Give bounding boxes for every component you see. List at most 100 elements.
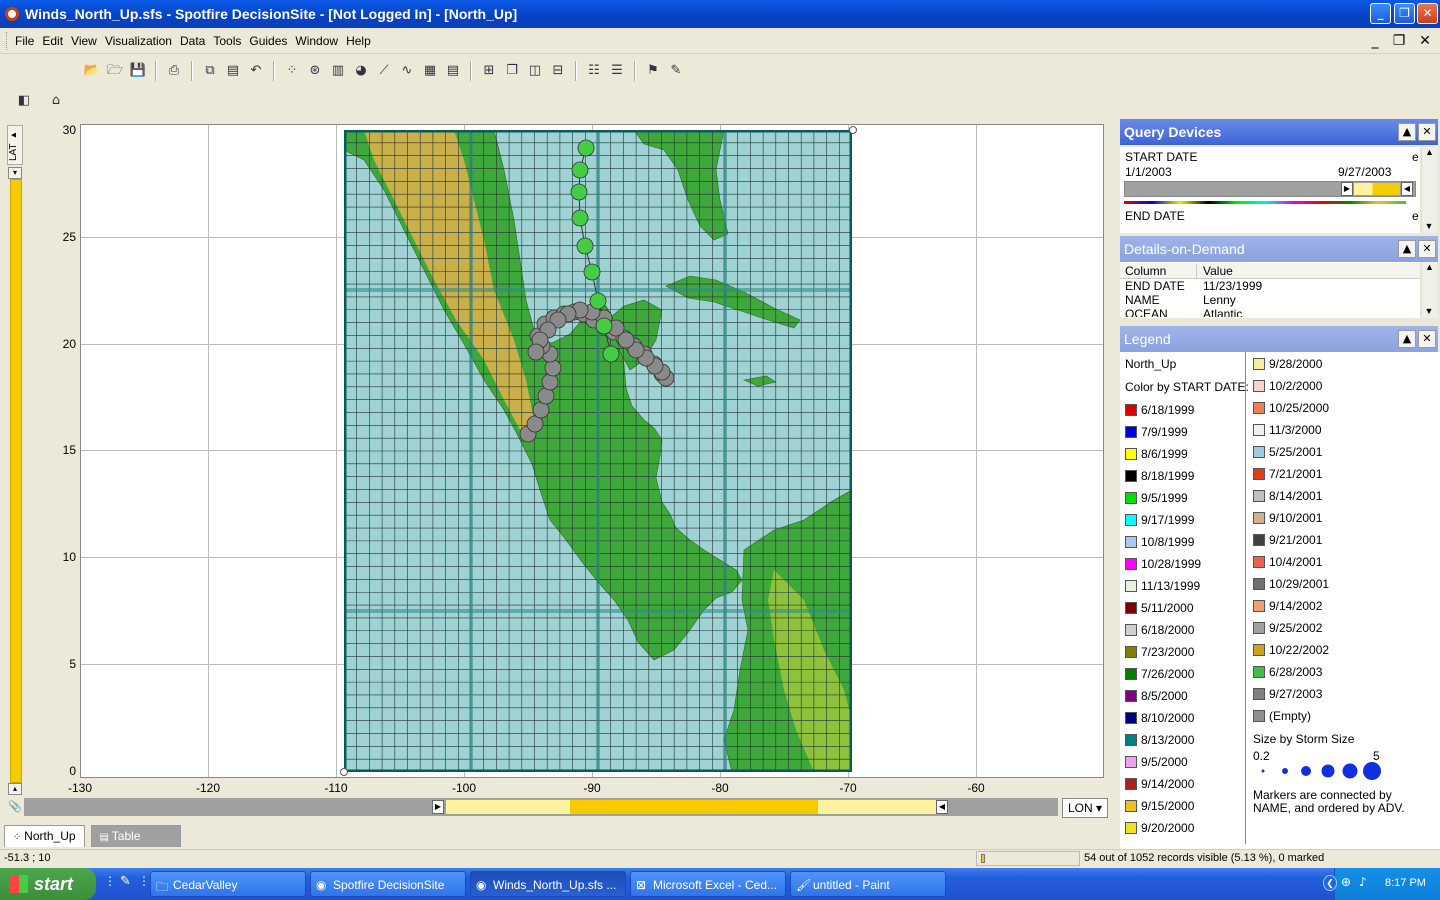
lat-range-slider[interactable] [10,179,22,783]
menu-guides[interactable]: Guides [249,34,287,48]
start-button[interactable]: start [0,868,96,900]
query-devices-header[interactable]: Query Devices [1120,119,1438,145]
legend-item[interactable]: (Empty) [1253,708,1311,724]
restore-button[interactable]: ❐ [1394,3,1415,24]
scroll-up-icon[interactable]: ▲ [1422,262,1437,272]
open-data-icon[interactable]: 🗁 [105,61,125,81]
scroll-down-icon[interactable]: ▼ [1422,306,1436,316]
legend-item[interactable]: 8/6/1999 [1125,446,1188,462]
legend-item[interactable]: 9/15/2000 [1125,798,1194,814]
legend-item[interactable]: 9/5/2000 [1125,754,1188,770]
legend-item[interactable]: 9/27/2003 [1253,686,1322,702]
legend-collapse-button[interactable]: ▲ [1398,330,1416,348]
quick-launch-pen-icon[interactable]: ✎ [120,874,131,889]
scroll-down-icon[interactable]: ▼ [1422,221,1436,231]
profile-chart-icon[interactable]: ∿ [397,61,417,81]
layout-icon[interactable]: ⊞ [479,61,499,81]
legend-item[interactable]: 9/10/2001 [1253,510,1322,526]
task-excel[interactable]: ⊠ Microsoft Excel - Ced... [630,871,786,897]
lat-dropdown-icon[interactable]: ▾ [8,167,22,179]
lon-slider-left-handle[interactable]: ▶ [432,800,444,814]
open-icon[interactable]: 📂 [82,61,102,81]
table-icon[interactable]: ▤ [443,61,463,81]
legend-item[interactable]: 7/9/1999 [1125,424,1188,440]
legend-item[interactable]: 8/18/1999 [1125,468,1194,484]
legend-item[interactable]: 10/29/2001 [1253,576,1329,592]
menu-edit[interactable]: Edit [42,34,63,48]
copy-icon[interactable]: ⧉ [200,61,220,81]
cascade-icon[interactable]: ❐ [502,61,522,81]
menu-window[interactable]: Window [295,34,338,48]
legend-item[interactable]: 9/20/2000 [1125,820,1194,836]
start-date-slider-right-handle[interactable]: ◀ [1401,182,1413,196]
tray-expand-icon[interactable]: ❮ [1323,875,1337,891]
tab-north-up[interactable]: ⁘ North_Up [4,825,85,847]
home-icon[interactable]: ⌂ [46,91,66,111]
legend-item[interactable]: 6/18/1999 [1125,402,1194,418]
legend-item[interactable]: 9/14/2002 [1253,598,1322,614]
legend-item[interactable]: 9/28/2000 [1253,356,1322,372]
legend-item[interactable]: 10/8/1999 [1125,534,1194,550]
legend-item[interactable]: 10/25/2000 [1253,400,1329,416]
lat-slider-end-icon[interactable]: ▴ [8,783,22,795]
close-button[interactable]: ✕ [1417,3,1438,24]
map-handle-bottom-left[interactable] [340,768,348,776]
tile-horizontal-icon[interactable]: ⊟ [548,61,568,81]
legend-item[interactable]: 9/21/2001 [1253,532,1322,548]
menu-data[interactable]: Data [180,34,205,48]
bookmark-icon[interactable]: ⚑ [643,61,663,81]
lon-slider-right-handle[interactable]: ◀ [936,800,948,814]
mdi-restore-button[interactable]: ❐ [1390,32,1408,50]
list-icon[interactable]: ☰ [607,61,627,81]
legend-close-button[interactable]: ✕ [1418,330,1436,348]
legend-item[interactable]: 5/11/2000 [1125,600,1194,616]
tab-table[interactable]: ▤ Table [90,825,181,847]
legend-item[interactable]: 7/26/2000 [1125,666,1194,682]
scatter-plot-icon[interactable]: ⁘ [282,61,302,81]
map-handle-top-right[interactable] [849,126,857,134]
legend-item[interactable]: 9/5/1999 [1125,490,1188,506]
menu-help[interactable]: Help [346,34,371,48]
print-icon[interactable]: ⎙ [164,61,184,81]
legend-item[interactable]: 8/13/2000 [1125,732,1194,748]
legend-item[interactable]: 9/14/2000 [1125,776,1194,792]
mdi-minimize-button[interactable]: _ [1366,32,1384,50]
task-cedarvalley[interactable]: 🗀 CedarValley [150,871,306,897]
legend-header[interactable]: Legend [1120,326,1438,352]
task-winds-north-up[interactable]: ◉ Winds_North_Up.sfs ... [470,871,626,897]
properties-icon[interactable]: ☷ [584,61,604,81]
task-spotfire[interactable]: ◉ Spotfire DecisionSite [310,871,466,897]
edit-icon[interactable]: ✎ [666,61,686,81]
bar-chart-icon[interactable]: ▥ [328,61,348,81]
menu-file[interactable]: File [15,34,34,48]
legend-item[interactable]: 9/17/1999 [1125,512,1194,528]
line-chart-icon[interactable]: ⟋ [374,61,394,81]
undo-icon[interactable]: ↶ [246,61,266,81]
title-bar[interactable]: Winds_North_Up.sfs - Spotfire DecisionSi… [0,0,1440,28]
mdi-close-button[interactable]: ✕ [1416,32,1434,50]
legend-item[interactable]: 8/14/2001 [1253,488,1322,504]
menu-visualization[interactable]: Visualization [105,34,172,48]
menu-view[interactable]: View [71,34,97,48]
guide-icon[interactable]: ◧ [14,91,34,111]
pie-chart-icon[interactable]: ◕ [351,61,371,81]
save-icon[interactable]: 💾 [128,61,148,81]
details-column-header[interactable]: Column [1125,264,1166,278]
legend-item[interactable]: 8/5/2000 [1125,688,1188,704]
start-date-slider-selection[interactable] [1354,183,1400,195]
details-collapse-button[interactable]: ▲ [1398,240,1416,258]
legend-item[interactable]: 6/18/2000 [1125,622,1194,638]
legend-item[interactable]: 7/21/2001 [1253,466,1322,482]
details-on-demand-header[interactable]: Details-on-Demand [1120,236,1438,262]
heat-map-icon[interactable]: ▦ [420,61,440,81]
y-axis-selector[interactable]: LAT ▸ [7,125,23,165]
legend-item[interactable]: 10/4/2001 [1253,554,1322,570]
query-devices-collapse-button[interactable]: ▲ [1398,123,1416,141]
legend-item[interactable]: 9/25/2002 [1253,620,1322,636]
legend-item[interactable]: 6/28/2003 [1253,664,1322,680]
paste-icon[interactable]: ▤ [223,61,243,81]
legend-item[interactable]: 11/3/2000 [1253,422,1322,438]
query-devices-scrollbar[interactable]: ▲ ▼ [1421,147,1437,233]
volume-icon[interactable]: ♪ [1359,875,1367,889]
clock[interactable]: 8:17 PM [1385,877,1426,889]
